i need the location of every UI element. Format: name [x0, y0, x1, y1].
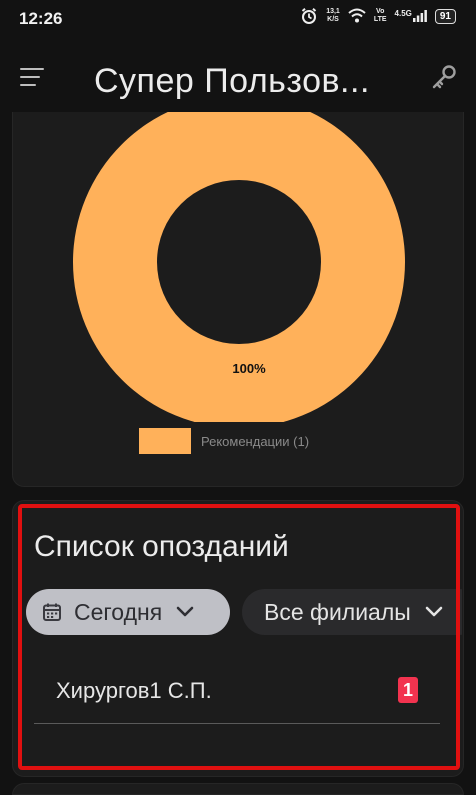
date-filter-chip[interactable]: Сегодня [26, 589, 230, 635]
calendar-icon [43, 603, 61, 621]
lateness-count-badge: 1 [398, 677, 418, 703]
network-type: 4.5G [394, 9, 412, 18]
chevron-down-icon [425, 606, 443, 617]
date-filter-label: Сегодня [74, 598, 163, 625]
chart-legend[interactable]: Рекомендации (1) [139, 428, 309, 454]
alarm-icon [302, 8, 317, 24]
signal-icon: 4.5G [395, 10, 427, 22]
battery-indicator: 91 [434, 8, 456, 24]
legend-label: Рекомендации (1) [201, 433, 310, 449]
page-title: Супер Пользов... [94, 62, 370, 100]
employee-name: Хирургов1 С.П. [56, 678, 212, 703]
status-bar: 12:26 13,1 K/S Vo LTE 4.5G 91 [0, 0, 476, 38]
status-icons: 13,1 K/S Vo LTE 4.5G 91 [300, 7, 456, 25]
data-speed: 13,1 K/S [326, 8, 340, 24]
signal-bars-icon [412, 10, 427, 22]
app-bar: Супер Пользов... [0, 38, 476, 122]
lateness-title: Список опозданий [34, 530, 289, 563]
status-time: 12:26 [19, 9, 63, 28]
volte-bottom: LTE [373, 16, 387, 23]
next-card-peek [12, 783, 464, 795]
volte-indicator: Vo LTE [374, 8, 387, 24]
volte-top: Vo [375, 8, 385, 15]
legend-swatch [139, 428, 191, 454]
key-icon[interactable] [428, 62, 460, 94]
filter-chips: Сегодня Все филиалы [26, 589, 462, 637]
branch-filter-chip[interactable]: Все филиалы [242, 589, 462, 635]
list-item[interactable]: Хирургов1 С.П. 1 [34, 660, 440, 724]
chevron-down-icon [176, 606, 194, 617]
data-speed-unit: K/S [327, 16, 339, 23]
menu-icon[interactable] [20, 68, 48, 92]
donut-chart: 100% [73, 112, 405, 422]
chart-card: 100% Рекомендации (1) [12, 112, 464, 487]
wifi-icon [348, 8, 366, 23]
donut-data-label: 100% [232, 361, 266, 376]
data-speed-value: 13,1 [326, 8, 340, 15]
branch-filter-label: Все филиалы [264, 598, 411, 625]
